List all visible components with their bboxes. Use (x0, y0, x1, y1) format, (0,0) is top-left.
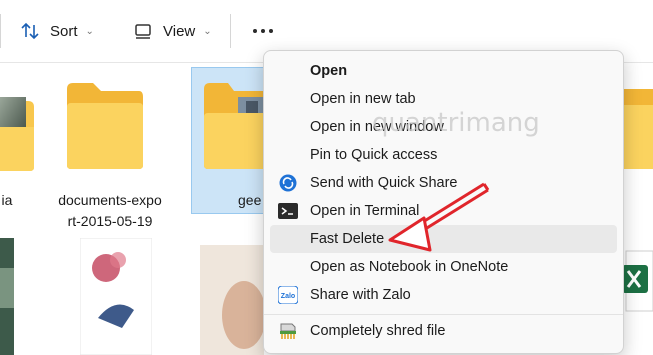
excel-file-icon[interactable] (622, 245, 653, 355)
zalo-icon: Zalo (278, 286, 298, 304)
image-thumbnail[interactable] (80, 238, 152, 355)
folder-icon[interactable] (65, 81, 145, 171)
sort-button[interactable]: Sort ⌄ (20, 14, 94, 48)
file-name: ia (1, 192, 13, 208)
more-options-icon (253, 29, 257, 33)
file-name-line1: documents-expo (58, 192, 162, 208)
terminal-icon (278, 203, 298, 219)
menu-item-share-zalo[interactable]: Zalo Share with Zalo (270, 281, 617, 309)
menu-item-label: Open as Notebook in OneNote (310, 259, 509, 275)
menu-item-label: Share with Zalo (310, 287, 411, 303)
image-thumbnail[interactable] (200, 245, 264, 355)
shredder-icon (280, 323, 296, 339)
folder-icon[interactable] (622, 81, 653, 171)
view-button[interactable]: View ⌄ (133, 14, 212, 48)
annotation-arrow-icon (388, 182, 490, 252)
menu-item-open-onenote[interactable]: Open as Notebook in OneNote (270, 253, 617, 281)
menu-item-label: Completely shred file (310, 323, 446, 339)
menu-item-label: Open (310, 63, 348, 79)
toolbar-divider (230, 14, 231, 48)
chevron-down-icon: ⌄ (203, 25, 212, 37)
chevron-down-icon: ⌄ (85, 25, 94, 37)
sort-arrows-icon (21, 22, 39, 40)
view-label: View (163, 22, 196, 40)
view-layout-icon (135, 24, 151, 39)
sort-label: Sort (50, 22, 78, 40)
watermark: quantrimang (372, 108, 540, 138)
more-options-button[interactable] (246, 16, 280, 46)
menu-item-pin-quick-access[interactable]: Pin to Quick access (270, 141, 617, 169)
menu-divider (264, 314, 623, 315)
file-name-line2: rt-2015-05-19 (67, 213, 153, 229)
folder-icon (204, 83, 264, 169)
image-thumbnail[interactable] (0, 238, 14, 355)
menu-item-label: Pin to Quick access (310, 147, 438, 163)
quick-share-icon (279, 174, 297, 192)
menu-item-shred-file[interactable]: Completely shred file (270, 317, 617, 345)
menu-item-open[interactable]: Open (270, 57, 617, 85)
toolbar-divider (0, 14, 1, 48)
folder-icon[interactable] (0, 91, 36, 171)
menu-item-label: Fast Delete (310, 231, 385, 247)
zalo-icon-text: Zalo (281, 293, 295, 300)
menu-item-label: Open in new tab (310, 91, 416, 107)
